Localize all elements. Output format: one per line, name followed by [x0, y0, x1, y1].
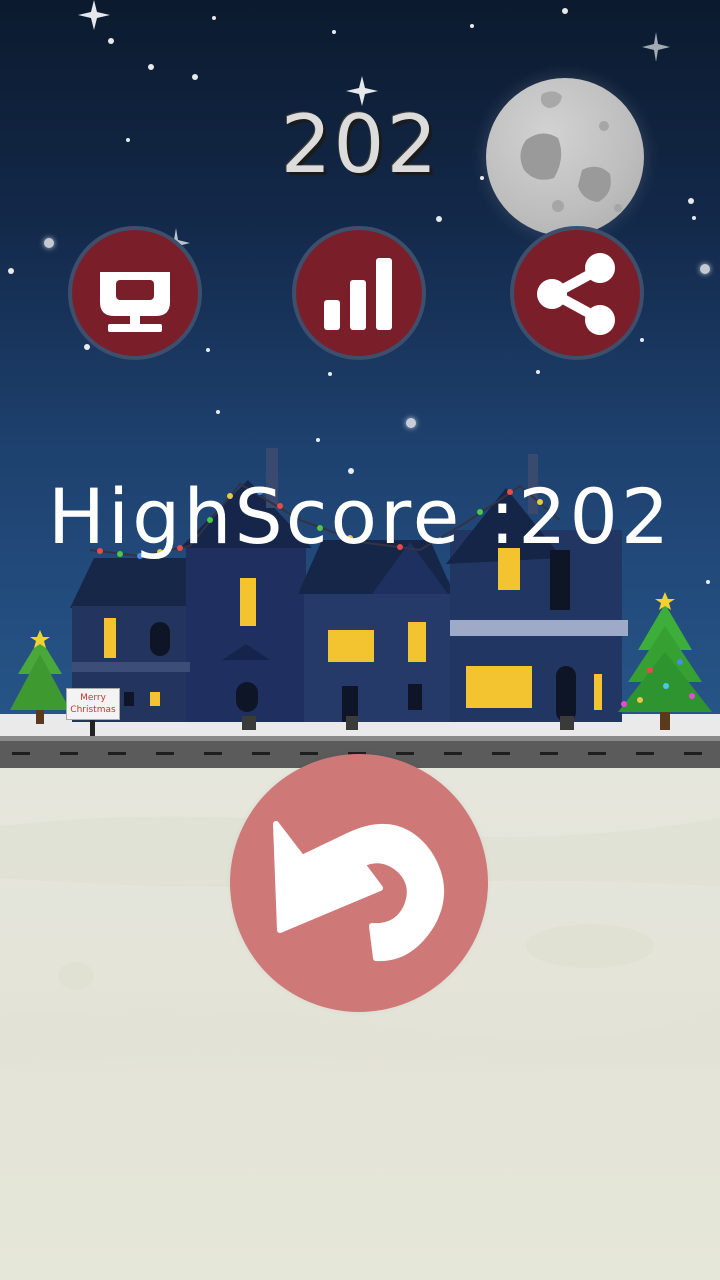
highscore-text: HighScore : 202 [0, 472, 720, 561]
share-icon [537, 253, 615, 335]
share-button[interactable] [510, 226, 644, 360]
trophy-icon [100, 272, 170, 332]
leaderboard-button[interactable] [68, 226, 202, 360]
christmas-tree-right [618, 592, 712, 730]
stats-button[interactable] [292, 226, 426, 360]
moon [486, 78, 644, 236]
replay-icon [273, 821, 445, 962]
highscore-label: HighScore : [47, 472, 519, 561]
sign-line-2: Christmas [70, 705, 116, 715]
sign-line-1: Merry [80, 693, 106, 703]
bar-chart-icon [324, 258, 392, 330]
replay-button[interactable] [230, 754, 488, 1012]
game-over-screen: Merry Christmas 202 HighScore:202 [0, 0, 720, 1280]
merry-christmas-sign: Merry Christmas [66, 688, 120, 720]
highscore-value: 202 [518, 472, 673, 561]
current-score: 202 [280, 98, 440, 191]
